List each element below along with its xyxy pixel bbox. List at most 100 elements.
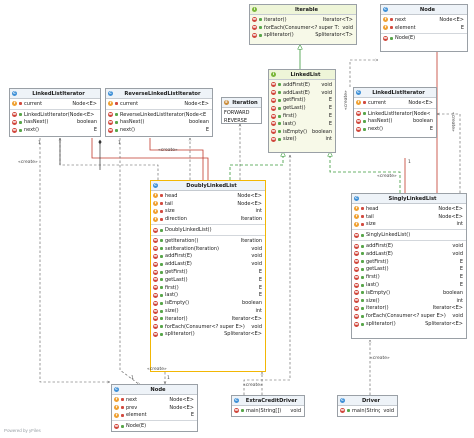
method-row[interactable]: m Node(E) [112,422,197,430]
method-row[interactable]: m next() E [106,126,212,134]
member-type: Node<E> [72,100,97,107]
method-row[interactable]: m setIteration(Iteration) void [151,245,265,253]
private-visibility-icon [361,215,364,219]
method-row[interactable]: m getLast() E [151,276,265,284]
method-row[interactable]: m addFirst(E) void [352,242,466,250]
doublylinkedlist-class[interactable]: C DoublyLinkedList f head Node<E> f tail Node… [150,180,266,372]
method-row[interactable]: m isEmpty() boolean [269,128,335,136]
method-row[interactable]: m getFirst() E [352,258,466,266]
method-row[interactable]: m spliterator() Spliterator<E> [352,320,466,328]
method-row[interactable]: m last() E [151,292,265,300]
method-row[interactable]: m ReverseLinkedListIterator(Node<E>) [106,111,212,119]
method-row[interactable]: m size() int [352,297,466,305]
linkedlistiterator-right-class[interactable]: C LinkedListIterator f current Node<E> m Lin… [353,87,437,138]
method-row[interactable]: m first() E [269,112,335,120]
method-row[interactable]: m iterator() Iterator<T> [250,16,356,24]
field-row[interactable]: f current Node<E> [10,100,100,108]
method-row[interactable]: m forEach(Consumer<? super T>) void [250,24,356,32]
method-row[interactable]: m next() E [354,125,436,133]
iterable-interface[interactable]: I Iterable m iterator() Iterator<T> m forEac… [249,4,357,45]
method-row[interactable]: m hasNext() boolean [354,118,436,126]
member-name: DoublyLinkedList() [165,227,212,234]
method-row[interactable]: m spliterator() Spliterator<T> [250,32,356,40]
method-row[interactable]: m SinglyLinkedList() [352,231,466,239]
public-visibility-icon [160,301,163,305]
method-row[interactable]: m getIteration() Iteration [151,237,265,245]
method-row[interactable]: m iterator() Iterator<E> [352,305,466,313]
member-section: m addFirst(E) void m addLast(E) void m getFirst… [352,241,466,329]
field-row[interactable]: f head Node<E> [352,205,466,213]
method-row[interactable]: m DoublyLinkedList() [151,226,265,234]
field-row[interactable]: f size int [151,208,265,216]
method-row[interactable]: m LinkedListIterator(Node<E>) [354,110,436,118]
method-row[interactable]: m getLast() E [352,266,466,274]
field-row[interactable]: f element E [112,412,197,420]
driver-class[interactable]: C Driver m main(String[])void [337,395,398,417]
method-row[interactable]: m LinkedListIterator(Node<E>) [10,111,100,119]
method-row[interactable]: mmain(String[])void [338,407,397,415]
method-row[interactable]: m iterator() Iterator<E> [151,315,265,323]
method-row[interactable]: m hasNext() boolean [106,119,212,127]
method-row[interactable]: m next() E [10,126,100,134]
method-row[interactable]: m addLast(E) void [352,250,466,258]
iteration-enum[interactable]: E Iteration FORWARD REVERSE [221,97,262,124]
method-row[interactable]: m getFirst() E [269,97,335,105]
node-top-class[interactable]: C Node f next Node<E> f element Em Node(E) [380,4,468,52]
extracreditdriver-class[interactable]: C ExtraCreditDriver m main(String[]) void [231,395,305,417]
field-row[interactable]: f prev Node<E> [112,404,197,412]
field-row[interactable]: f direction Iteration [151,215,265,223]
method-row[interactable]: m first() E [352,273,466,281]
private-visibility-icon [121,406,124,410]
field-row[interactable]: f tail Node<E> [352,213,466,221]
member-type: void [342,24,353,31]
iterable-header: I Iterable [250,5,356,15]
linkedlist-interface[interactable]: I LinkedList m addFirst(E) void m addLast(E)… [268,69,336,153]
field-row[interactable]: f next Node<E> [381,16,467,24]
method-row[interactable]: m size() int [269,136,335,144]
member-type: Node<E> [439,16,464,23]
method-row[interactable]: m last() E [269,120,335,128]
method-row[interactable]: m first() E [151,284,265,292]
reverselinkedlistiterator-class[interactable]: C ReverseLinkedListIterator f current Node… [105,88,213,137]
method-row[interactable]: m size() int [151,307,265,315]
class-title: LinkedListIterator [32,90,85,97]
method-row[interactable]: m last() E [352,281,466,289]
field-row[interactable]: f size int [352,221,466,229]
linkedlistiterator-left-class[interactable]: C LinkedListIterator f current Node<E> m Lin… [9,88,101,137]
method-icon: m [252,25,257,31]
method-row[interactable]: m isEmpty() boolean [352,289,466,297]
member-name: next [126,396,138,403]
member-section: f next Node<E> f prev Node<E> f element E [112,395,197,422]
method-row[interactable]: m addFirst(E) void [269,81,335,89]
field-row[interactable]: f head Node<E> [151,192,265,200]
method-row[interactable]: m forEach(Consumer<? super E>) void [352,312,466,320]
method-row[interactable]: mmain(String[])void [232,407,304,415]
field-row[interactable]: f next Node<E> [112,396,197,404]
field-row[interactable]: f element E [381,24,467,32]
field-row[interactable]: f current Node<E> [354,99,436,107]
member-section: m Node(E) [381,34,467,44]
field-row[interactable]: f current Node<E> [106,100,212,108]
public-visibility-icon [363,112,366,116]
method-row[interactable]: m Node(E) [381,35,467,43]
method-row[interactable]: m hasNext() boolean [10,119,100,127]
method-row[interactable]: m spliterator() Spliterator<E> [151,331,265,339]
member-name: size [366,221,376,228]
node-bottom-class[interactable]: C Node f next Node<E> f prev Node<E> f element E… [111,384,198,432]
method-row[interactable]: m getFirst() E [151,268,265,276]
member-name: current [368,99,387,106]
method-row[interactable]: m addFirst(E) void [151,253,265,261]
method-row[interactable]: m addLast(E) void [269,89,335,97]
class-title: ExtraCreditDriver [245,397,298,404]
field-icon: f [356,100,361,106]
method-row[interactable]: m addLast(E) void [151,260,265,268]
method-row[interactable]: m isEmpty() boolean [151,299,265,307]
method-row[interactable]: m forEach(Consumer<? super E>) void [151,323,265,331]
field-row[interactable]: f tail Node<E> [151,200,265,208]
class-icon: C [356,90,361,95]
method-row[interactable]: m getLast() E [269,104,335,112]
method-icon: m [340,408,345,414]
singlylinkedlist-class[interactable]: C SinglyLinkedList f head Node<E> f tail Node… [351,193,467,339]
public-visibility-icon [278,114,281,118]
public-visibility-icon [160,278,163,282]
